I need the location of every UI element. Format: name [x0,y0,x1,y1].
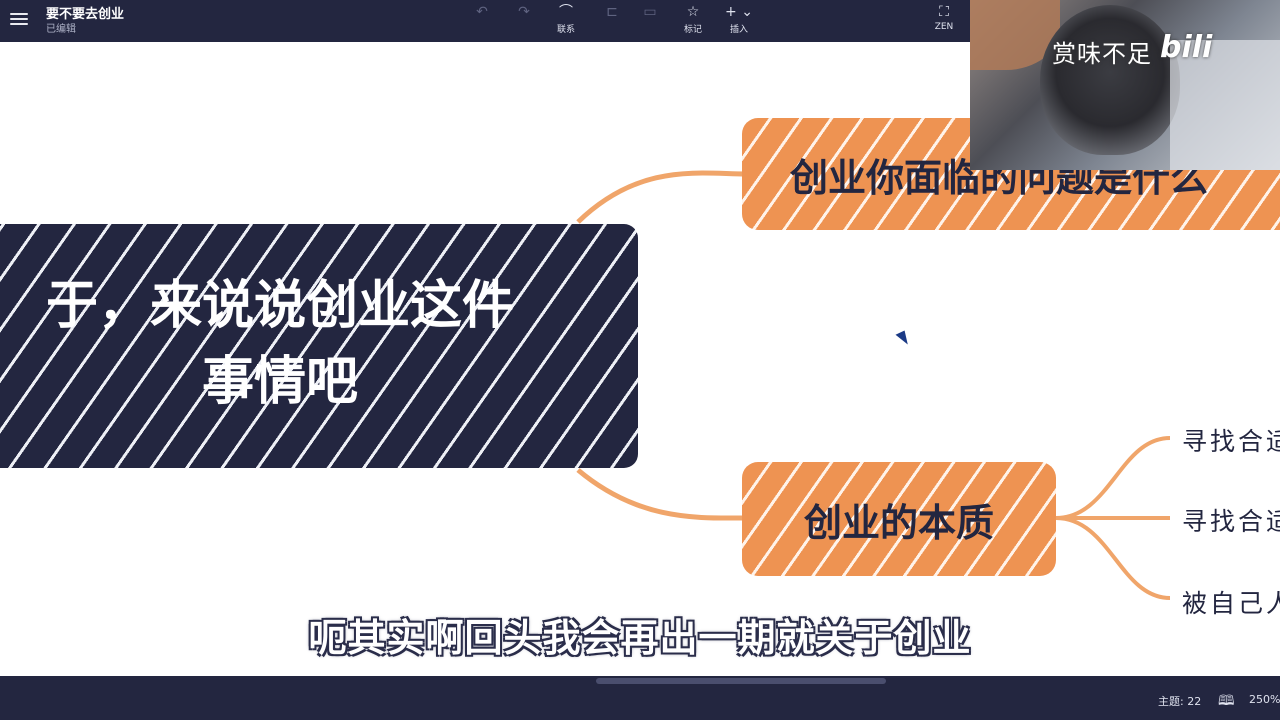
marker-button[interactable]: ☆ 标记 [675,4,711,35]
zoom-level[interactable]: 250% [1249,693,1280,706]
undo-button[interactable]: ↶ [464,4,500,22]
fullscreen-icon: ⛶ [939,4,949,20]
branch-topic-essence-text: 创业的本质 [803,500,994,545]
bottom-status-bar: 主题: 22 🕮 250% [0,676,1280,720]
document-status: 已编辑 [46,24,76,35]
marker-label: 标记 [683,25,702,35]
leaf-topic-2[interactable]: 寻找合适 [1182,502,1280,538]
zen-mode-button[interactable]: ⛶ ZEN [926,4,962,32]
branch-topic-essence[interactable]: 创业的本质 [742,462,1056,576]
relation-icon: ⌒ [559,4,573,20]
menu-icon[interactable] [10,10,28,28]
central-topic[interactable]: 于，来说说创业这件 事情吧 [0,224,638,468]
zen-label: ZEN [934,22,954,32]
insert-button[interactable]: + ⌄ 插入 [721,4,757,35]
plus-icon: + ⌄ [725,4,753,20]
boundary-button[interactable]: ▭ [632,4,668,22]
connector-central-to-branch-2 [576,468,747,521]
redo-icon: ↷ [518,4,530,20]
insert-label: 插入 [729,25,748,35]
central-topic-text: 于，来说说创业这件 事情吧 [45,276,514,412]
redo-button[interactable]: ↷ [506,4,542,22]
star-icon: ☆ [686,4,700,20]
uploader-watermark: 赏味不足 [1052,40,1152,68]
leaf-topic-1[interactable]: 寻找合适 [1182,422,1280,458]
topic-count: 主题: 22 [1158,695,1202,708]
bilibili-logo: bili [1160,30,1213,65]
video-subtitle: 呃其实啊回头我会再出一期就关于创业 [308,616,972,660]
outline-book-icon[interactable]: 🕮 [1218,690,1235,714]
boundary-icon: ▭ [643,4,657,20]
connector-central-to-branch-1 [576,170,747,224]
undo-icon: ↶ [476,4,488,20]
summary-icon: ⊏ [606,4,618,20]
summary-button[interactable]: ⊏ [594,4,630,22]
horizontal-scrollbar[interactable] [596,678,886,684]
relation-button[interactable]: ⌒ 联系 [548,4,584,35]
connector-branch-2-to-leaf-3 [1055,516,1171,600]
webcam-overlay: 赏味不足 bili [970,0,1280,170]
connector-branch-2-to-leaf-1 [1055,436,1171,520]
relation-label: 联系 [556,25,575,35]
